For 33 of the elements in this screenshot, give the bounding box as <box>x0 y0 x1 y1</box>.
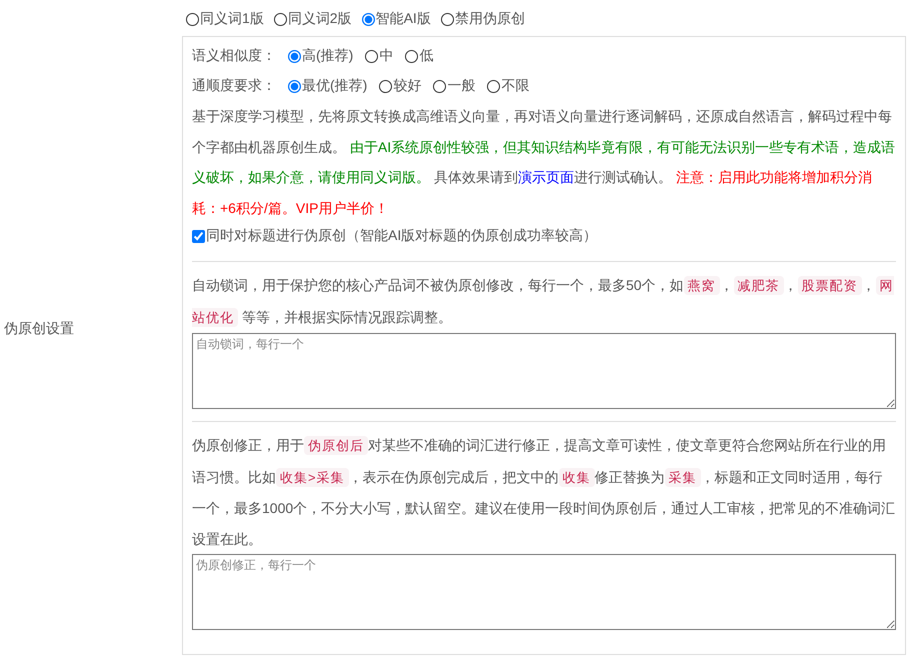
option-label[interactable]: 智能AI版 <box>376 10 431 28</box>
option-label[interactable]: 中 <box>379 47 394 65</box>
radio-button[interactable] <box>186 12 199 26</box>
option-label[interactable]: 高(推荐) <box>302 47 354 65</box>
option-label[interactable]: 同义词1版 <box>200 10 264 28</box>
option-label[interactable]: 较好 <box>393 77 422 95</box>
option-label[interactable]: 同义词2版 <box>288 10 352 28</box>
description-paragraph: 伪原创修正，用于 伪原创后 对某些不准确的词汇进行修正，提高文章可读性，使文章更符合您网站所在行业的用语习惯。比如 收集>采集 ，表示在伪原创完成后，把文中的 收集 修正替换为 采集 ，标题和正文同时适用，每行一个，最多1000个，不分大小写，默认留空。建议在使用一段时间伪原创后，通过人工审核，把常见的不准确词汇设置在此。 <box>192 435 896 548</box>
description-paragraph: 基于深度学习模型，先将原文转换成高维语义向量，再对语义向量进行逐词解码，还原成自然语言，解码过程中每个字都由机器原创生成。 由于AI系统原创性较强，但其知识结构毕竟有限，有可能无法识别一些专有术语，造成语义破坏，如果介意，请使用同义词版。 具体效果请到演示页面进行测试确认。 注意：启用此功能将增加积分消耗：+6积分/篇。VIP用户半价！ <box>192 107 896 218</box>
option-label[interactable]: 最优(推荐) <box>302 77 368 95</box>
radio-button[interactable] <box>365 50 378 62</box>
option-label[interactable]: 不限 <box>501 77 530 95</box>
radio-button[interactable] <box>405 50 418 62</box>
radio-button[interactable] <box>487 80 500 92</box>
radio-button[interactable] <box>379 80 392 92</box>
option-label[interactable]: 同时对标题进行伪原创（智能AI版对标题的伪原创成功率较高） <box>206 227 598 245</box>
radio-button[interactable] <box>288 50 301 62</box>
radio-button[interactable] <box>274 12 287 26</box>
radio-button[interactable] <box>433 80 446 92</box>
checkbox[interactable] <box>192 230 205 242</box>
demo-page-link[interactable]: 演示页面 <box>518 169 574 185</box>
correction-field[interactable]: 伪原创修正，每行一个 <box>192 554 896 630</box>
option-label[interactable]: 一般 <box>447 77 476 95</box>
option-label[interactable]: 低 <box>419 47 434 65</box>
option-label[interactable]: 禁用伪原创 <box>454 10 525 28</box>
description-paragraph: 自动锁词，用于保护您的核心产品词不被伪原创修改，每行一个，最多50个，如 燕窝 ， 减肥茶 ， 股票配资 ， 网站优化 等等，并根据实际情况跟踪调整。 <box>192 275 895 328</box>
lock-words-field[interactable]: 自动锁词，每行一个 <box>192 333 896 409</box>
field-label: 通顺度要求： <box>192 77 276 95</box>
section-label: 伪原创设置 <box>4 320 74 338</box>
radio-button[interactable] <box>288 80 301 92</box>
field-label: 语义相似度： <box>192 47 276 65</box>
radio-button[interactable] <box>362 12 375 26</box>
radio-button[interactable] <box>440 12 454 26</box>
